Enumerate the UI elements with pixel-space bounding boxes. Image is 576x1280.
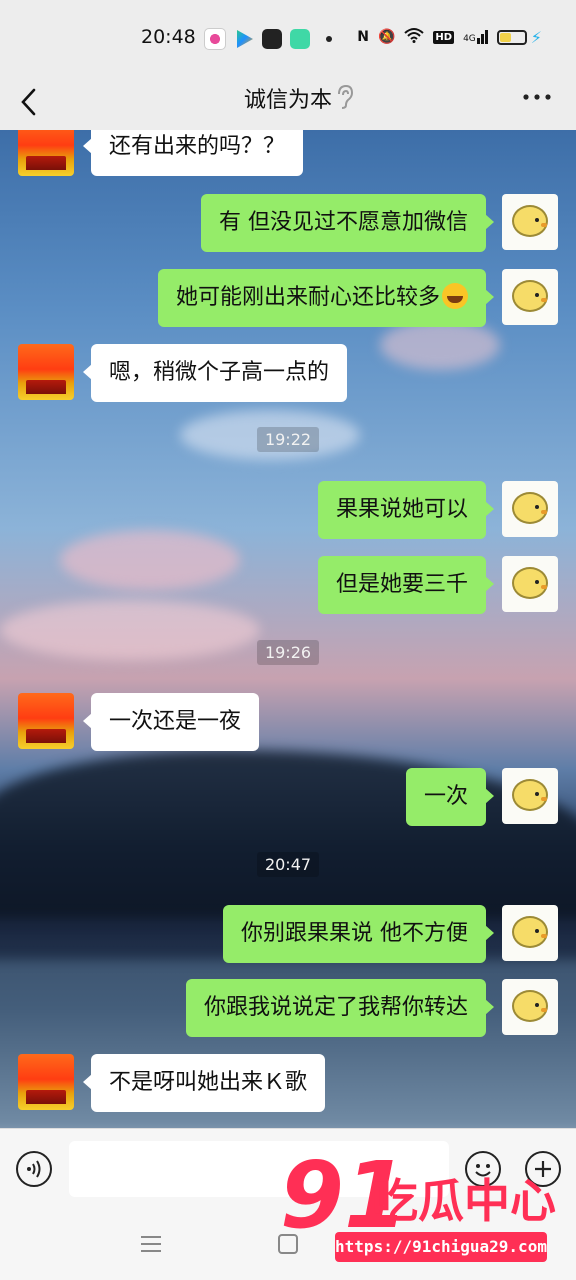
cellular-signal-icon: 4G [463,30,488,44]
recent-apps-button[interactable] [140,1234,162,1254]
my-avatar[interactable] [502,905,558,961]
chat-header: 诚信为本 [0,72,576,130]
my-avatar[interactable] [502,194,558,250]
soul-app-icon [262,29,282,49]
network-type-label: 4G [463,34,476,44]
message-bubble-sent[interactable]: 一次 [405,768,495,826]
message-bubble-sent[interactable]: 你跟我说说定了我帮你转达 [185,979,495,1037]
chick-avatar-icon [512,779,548,811]
watermark-url: https://91chigua29.com [335,1232,547,1262]
hd-badge: HD [433,30,455,44]
contact-avatar[interactable] [18,344,74,400]
message-bubble-sent[interactable]: 她可能刚出来耐心还比较多 [157,269,495,327]
chat-title: 诚信为本 [243,88,332,113]
chick-avatar-icon [512,916,548,948]
status-bar: 20:48 N 🔕 HD 4G ⚡ [0,0,576,72]
status-app-icons [204,28,332,50]
status-time: 20:48 [141,26,196,48]
message-timestamp: 19:22 [0,427,576,452]
flower-app-icon [204,28,226,50]
message-timestamp: 19:26 [0,640,576,665]
contact-avatar[interactable] [18,1054,74,1110]
watermark-text: 吃瓜中心 [372,1174,556,1228]
battery-icon [496,29,527,45]
message-bubble-received[interactable]: 还有出来的吗？？ [82,130,304,176]
message-bubble-sent[interactable]: 你别跟果果说 他不方便 [223,905,494,963]
background-mountain [0,750,576,920]
background-cloud [380,320,500,370]
menu-lines-icon [141,1236,161,1252]
nfc-icon: N [357,29,369,45]
message-bubble-sent[interactable]: 果果说她可以 [317,481,495,539]
background-cloud [60,530,240,590]
charging-bolt-icon: ⚡ [530,27,542,47]
play-store-icon [237,30,253,48]
chick-avatar-icon [512,205,548,237]
earpiece-mode-icon [334,84,354,110]
more-dots-icon [523,94,551,100]
wifi-icon [404,27,425,47]
message-bubble-received[interactable]: 一次还是一夜 [82,693,260,751]
message-bubble-sent[interactable]: 有 但没见过不愿意加微信 [201,194,494,252]
contact-avatar[interactable] [18,130,74,176]
message-timestamp: 20:47 [0,852,576,877]
my-avatar[interactable] [502,979,558,1035]
voice-input-button[interactable] [16,1151,52,1187]
more-options-button[interactable] [520,86,554,108]
status-indicators: N 🔕 HD 4G ⚡ [357,27,542,47]
message-bubble-sent[interactable]: 但是她要三千 [317,556,495,614]
laughing-crying-emoji-icon [442,283,468,309]
shopping-bag-icon [290,29,310,49]
chick-avatar-icon [512,567,548,599]
message-text: 她可能刚出来耐心还比较多 [175,285,440,310]
battery-level [499,32,511,42]
notification-dot-icon [326,36,332,42]
chick-avatar-icon [512,280,548,312]
chick-avatar-icon [512,492,548,524]
my-avatar[interactable] [502,768,558,824]
message-bubble-received[interactable]: 不是呀叫她出来Ｋ歌 [82,1054,326,1112]
contact-avatar[interactable] [18,693,74,749]
my-avatar[interactable] [502,481,558,537]
message-bubble-received[interactable]: 嗯，稍微个子高一点的 [82,344,348,402]
my-avatar[interactable] [502,556,558,612]
my-avatar[interactable] [502,269,558,325]
chick-avatar-icon [512,990,548,1022]
chat-message-area[interactable]: 还有出来的吗？？ 有 但没见过不愿意加微信 她可能刚出来耐心还比较多 嗯，稍微个… [0,130,576,1128]
voice-wave-icon [27,1160,41,1178]
mute-bell-icon: 🔕 [377,29,396,45]
